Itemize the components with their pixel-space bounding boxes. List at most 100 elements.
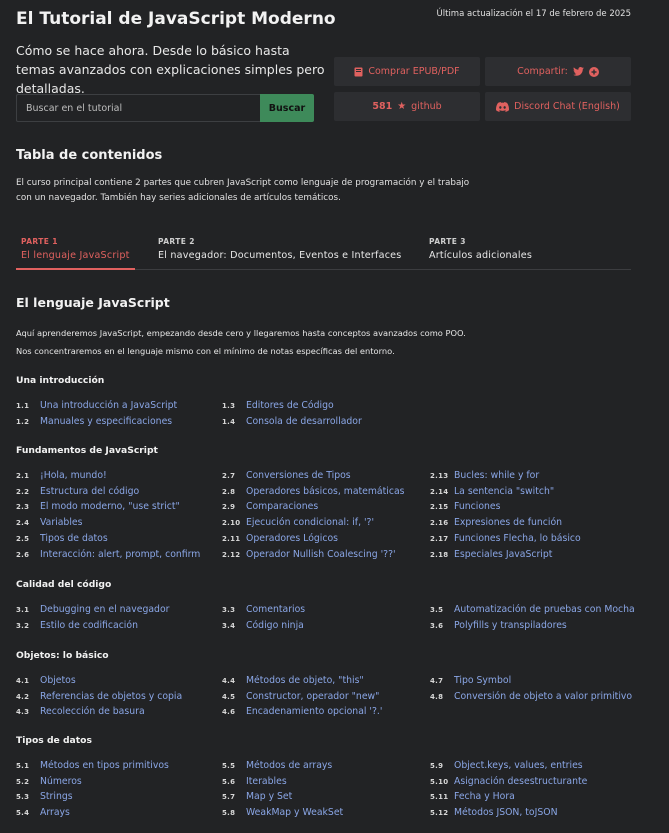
chapter-number: 2.12 <box>222 550 241 559</box>
chapter-link[interactable]: Métodos de objeto, "this" <box>246 675 364 686</box>
chapter-link[interactable]: Métodos JSON, toJSON <box>454 807 558 818</box>
tab-label: Artículos adicionales <box>429 250 533 261</box>
chapter-number: 2.8 <box>222 487 236 496</box>
chapter-number: 5.6 <box>222 777 236 786</box>
chapter-link[interactable]: Una introducción a JavaScript <box>40 400 177 411</box>
chapter-number: 3.6 <box>430 621 444 630</box>
chapter-link[interactable]: Arrays <box>40 807 70 818</box>
chapter-link[interactable]: Editores de Código <box>246 400 334 411</box>
buy-epub-pdf-button[interactable]: Comprar EPUB/PDF <box>334 57 480 86</box>
category-title[interactable]: Fundamentos de JavaScript <box>16 445 158 456</box>
chapter-link[interactable]: Especiales JavaScript <box>454 549 552 560</box>
github-star-count: 581 <box>372 101 393 112</box>
plus-circle-icon[interactable] <box>588 66 599 77</box>
chapter-link[interactable]: Iterables <box>246 776 287 787</box>
chapter-link[interactable]: Constructor, operador "new" <box>246 691 379 702</box>
chapter-link[interactable]: Estructura del código <box>40 486 139 497</box>
chapter-number: 2.2 <box>16 487 30 496</box>
category-title[interactable]: Calidad del código <box>16 579 111 590</box>
tab-label: El lenguaje JavaScript <box>21 250 130 261</box>
chapter-link[interactable]: Comentarios <box>246 604 305 615</box>
github-label: github <box>411 101 442 112</box>
chapter-number: 4.4 <box>222 677 236 685</box>
category-title[interactable]: Objetos: lo básico <box>16 650 109 661</box>
chapter-link[interactable]: Estilo de codificación <box>40 620 138 631</box>
chapter-link[interactable]: Interacción: alert, prompt, confirm <box>40 549 200 560</box>
chapter-link[interactable]: Encadenamiento opcional '?.' <box>246 706 382 717</box>
section-description-line: Nos concentraremos en el lenguaje mismo … <box>16 346 395 356</box>
chapter-link[interactable]: Manuales y especificaciones <box>40 416 172 427</box>
chapter-link[interactable]: El modo moderno, "use strict" <box>40 501 180 512</box>
chapter-item: 3.2 Estilo de codificación <box>16 620 138 631</box>
search-button[interactable]: Buscar <box>260 94 314 122</box>
discord-icon <box>496 101 510 112</box>
chapter-link[interactable]: Operadores básicos, matemáticas <box>246 486 405 497</box>
chapter-number: 5.5 <box>222 762 236 770</box>
chapter-link[interactable]: Tipo Symbol <box>454 675 511 686</box>
github-button[interactable]: 581 ★ github <box>334 92 480 121</box>
chapter-link[interactable]: Código ninja <box>246 620 304 631</box>
chapter-link[interactable]: Automatización de pruebas con Mocha <box>454 604 635 615</box>
chapter-link[interactable]: Recolección de basura <box>40 706 145 717</box>
chapter-item: 4.5 Constructor, operador "new" <box>222 691 379 702</box>
last-updated: Última actualización el 17 de febrero de… <box>436 9 631 19</box>
chapter-link[interactable]: Referencias de objetos y copia <box>40 691 182 702</box>
category-title[interactable]: Una introducción <box>16 375 104 386</box>
chapter-number: 2.16 <box>430 519 449 528</box>
chapter-link[interactable]: Funciones Flecha, lo básico <box>454 533 581 544</box>
chapter-link[interactable]: Métodos en tipos primitivos <box>40 760 169 771</box>
chapter-link[interactable]: Asignación desestructurante <box>454 776 587 787</box>
chapter-item: 5.4 Arrays <box>16 807 70 818</box>
chapter-item: 4.1 Objetos <box>16 675 76 686</box>
share-label: Compartir: <box>517 66 568 77</box>
chapter-link[interactable]: Expresiones de función <box>454 517 562 528</box>
tab-part-3[interactable]: PARTE 3 Artículos adicionales <box>429 230 532 270</box>
chapter-number: 5.3 <box>16 793 30 802</box>
discord-chat-button[interactable]: Discord Chat (English) <box>485 92 631 121</box>
chapter-link[interactable]: Conversiones de Tipos <box>246 470 351 481</box>
chapter-link[interactable]: Bucles: while y for <box>454 470 539 481</box>
chapter-link[interactable]: Objetos <box>40 675 76 686</box>
chapter-link[interactable]: La sentencia "switch" <box>454 486 554 497</box>
chapter-link[interactable]: ¡Hola, mundo! <box>40 470 107 481</box>
chapter-link[interactable]: Object.keys, values, entries <box>454 760 583 771</box>
chapter-link[interactable]: Variables <box>40 517 83 528</box>
site-title[interactable]: El Tutorial de JavaScript Moderno <box>16 9 336 29</box>
chapter-number: 1.3 <box>222 402 236 410</box>
chapter-link[interactable]: Tipos de datos <box>40 533 108 544</box>
chapter-link[interactable]: Polyfills y transpiladores <box>454 620 567 631</box>
twitter-icon[interactable] <box>572 67 584 76</box>
tab-part-2[interactable]: PARTE 2 El navegador: Documentos, Evento… <box>158 230 401 270</box>
category-title[interactable]: Tipos de datos <box>16 735 92 746</box>
chapter-link[interactable]: Conversión de objeto a valor primitivo <box>454 691 632 702</box>
chapter-item: 2.18 Especiales JavaScript <box>430 549 552 560</box>
chapter-number: 4.7 <box>430 677 444 685</box>
chapter-link[interactable]: Funciones <box>454 501 500 512</box>
tab-part-1[interactable]: PARTE 1 El lenguaje JavaScript <box>16 230 135 270</box>
chapter-number: 3.5 <box>430 606 444 614</box>
chapter-link[interactable]: Debugging en el navegador <box>40 604 169 615</box>
chapter-link[interactable]: Strings <box>40 791 73 802</box>
chapter-item: 5.8 WeakMap y WeakSet <box>222 807 343 818</box>
section-title[interactable]: El lenguaje JavaScript <box>16 295 170 310</box>
chapter-link[interactable]: Fecha y Hora <box>454 791 515 802</box>
chapter-number: 2.10 <box>222 519 241 528</box>
chapter-link[interactable]: WeakMap y WeakSet <box>246 807 343 818</box>
chapter-link[interactable]: Consola de desarrollador <box>246 416 362 427</box>
search-input[interactable] <box>16 94 260 122</box>
buy-label: Comprar EPUB/PDF <box>368 66 460 77</box>
chapter-link[interactable]: Operador Nullish Coalescing '??' <box>246 549 396 560</box>
chapter-link[interactable]: Métodos de arrays <box>246 760 332 771</box>
chapter-link[interactable]: Ejecución condicional: if, '?' <box>246 517 374 528</box>
chapter-link[interactable]: Operadores Lógicos <box>246 533 338 544</box>
chapter-number: 5.1 <box>16 762 30 770</box>
chapter-number: 5.4 <box>16 809 30 818</box>
share-button[interactable]: Compartir: <box>485 57 631 86</box>
chapter-link[interactable]: Comparaciones <box>246 501 318 512</box>
chapter-item: 5.2 Números <box>16 776 82 787</box>
book-icon <box>354 67 363 76</box>
chapter-item: 2.17 Funciones Flecha, lo básico <box>430 533 581 544</box>
chapter-link[interactable]: Map y Set <box>246 791 292 802</box>
chapter-number: 1.1 <box>16 402 30 410</box>
chapter-link[interactable]: Números <box>40 776 82 787</box>
